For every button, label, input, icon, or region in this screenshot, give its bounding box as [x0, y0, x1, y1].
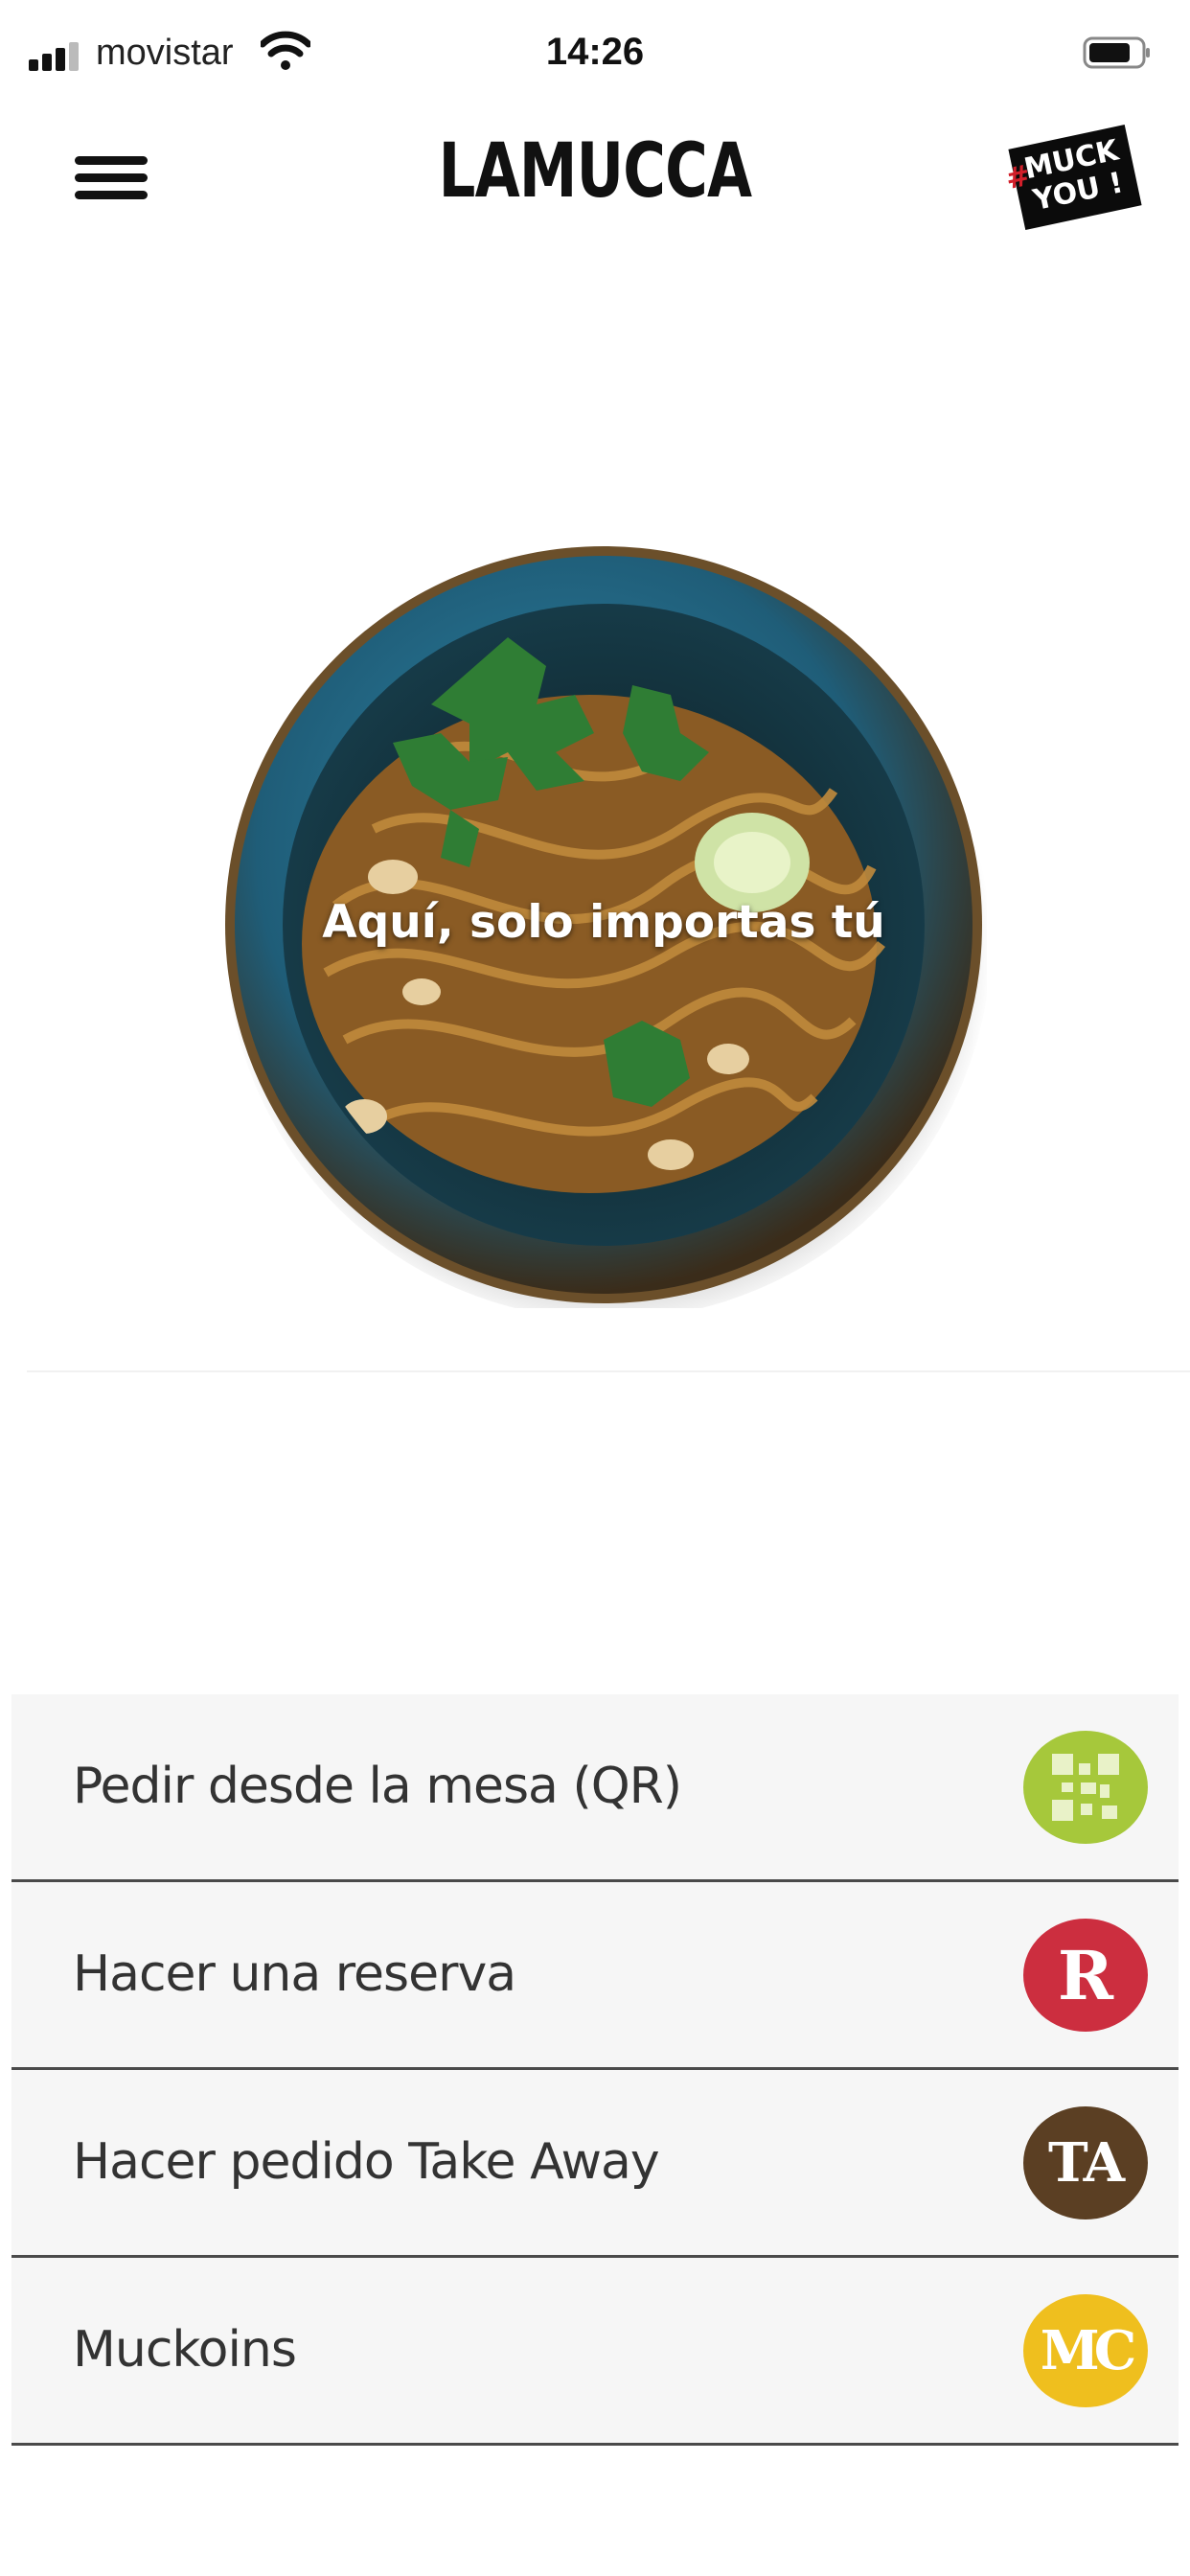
action-label: Pedir desde la mesa (QR) — [73, 1758, 682, 1815]
battery-icon — [1083, 36, 1150, 69]
app-header: LAMUCCA MUCK YOU ! # — [0, 105, 1190, 249]
divider — [27, 1370, 1190, 1372]
action-label: Muckoins — [73, 2321, 297, 2379]
take-away-ta-icon: TA — [1023, 2106, 1148, 2220]
hero-tagline: Aquí, solo importas tú — [322, 896, 885, 949]
action-label: Hacer pedido Take Away — [73, 2133, 660, 2191]
action-list: Pedir desde la mesa (QR) Hacer una reser… — [11, 1694, 1179, 2446]
muckoins-mc-icon: MC — [1023, 2294, 1148, 2407]
reserva-r-icon: R — [1023, 1919, 1148, 2032]
qr-code-icon — [1023, 1731, 1148, 1844]
status-bar: movistar 14:26 — [0, 0, 1190, 105]
take-away-order-button[interactable]: Hacer pedido Take Away TA — [11, 2070, 1179, 2258]
brand-logo: LAMUCCA — [438, 128, 753, 215]
action-label: Hacer una reserva — [73, 1945, 516, 2003]
muck-you-badge[interactable]: MUCK YOU ! # — [1003, 125, 1142, 230]
muckoins-button[interactable]: Muckoins MC — [11, 2258, 1179, 2446]
clock: 14:26 — [545, 31, 645, 73]
make-reservation-button[interactable]: Hacer una reserva R — [11, 1882, 1179, 2070]
order-from-table-qr-button[interactable]: Pedir desde la mesa (QR) — [11, 1694, 1179, 1882]
